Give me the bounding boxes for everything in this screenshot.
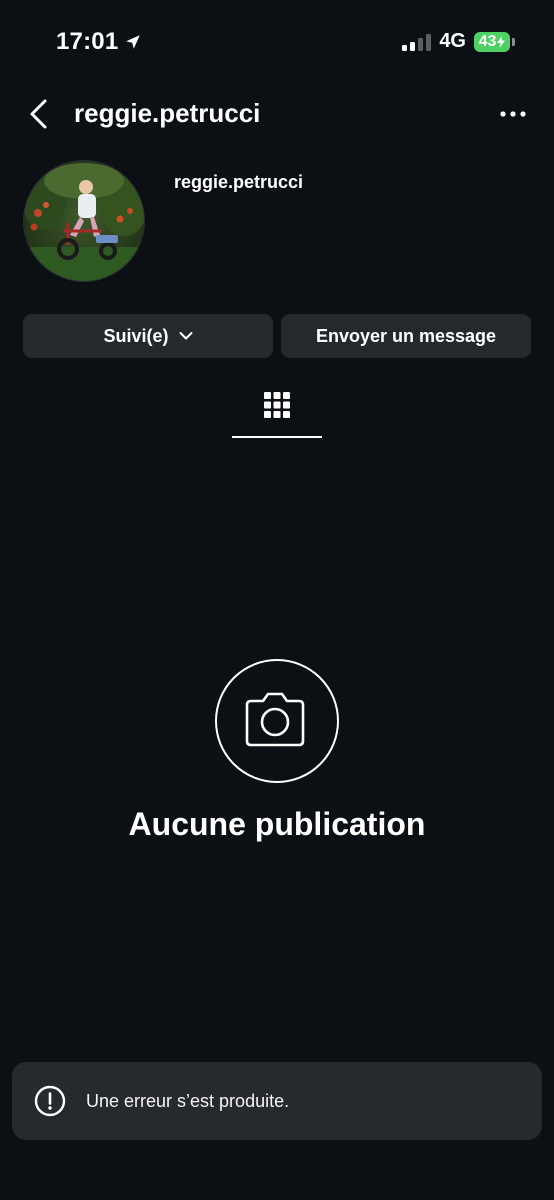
charging-bolt-icon <box>497 35 506 48</box>
error-message: Une erreur s’est produite. <box>86 1090 290 1111</box>
camera-icon <box>245 692 305 747</box>
more-options-button[interactable] <box>498 104 528 124</box>
tab-posts-grid[interactable] <box>232 388 322 438</box>
location-arrow-icon <box>126 35 141 49</box>
send-message-label: Envoyer un message <box>315 325 497 346</box>
error-toast: Une erreur s’est produite. <box>12 1062 542 1140</box>
page-title: reggie.petrucci <box>74 98 261 128</box>
active-tab-indicator <box>232 436 322 438</box>
following-button[interactable]: Suivi(e) <box>23 314 273 358</box>
battery-level: 43 <box>478 32 497 50</box>
time-label: 17:01 <box>56 28 119 55</box>
more-horizontal-icon <box>500 111 526 117</box>
battery-icon: 43 <box>474 31 515 52</box>
avatar[interactable] <box>23 160 145 282</box>
chevron-down-icon <box>179 332 192 340</box>
back-button[interactable] <box>24 96 56 132</box>
following-label: Suivi(e) <box>103 325 169 346</box>
avatar-photo <box>24 161 144 281</box>
send-message-button[interactable]: Envoyer un message <box>281 314 531 358</box>
grid-icon <box>264 392 290 418</box>
profile-username: reggie.petrucci <box>174 172 304 192</box>
empty-state-camera <box>215 659 339 783</box>
empty-state-title: Aucune publication <box>128 806 426 842</box>
chevron-left-icon <box>30 99 47 129</box>
network-type: 4G <box>439 30 466 52</box>
signal-strength-icon <box>402 33 432 51</box>
status-bar-indicators: 4G 43 <box>402 30 515 53</box>
status-bar-time: 17:01 <box>56 28 142 56</box>
alert-circle-icon <box>34 1085 66 1117</box>
